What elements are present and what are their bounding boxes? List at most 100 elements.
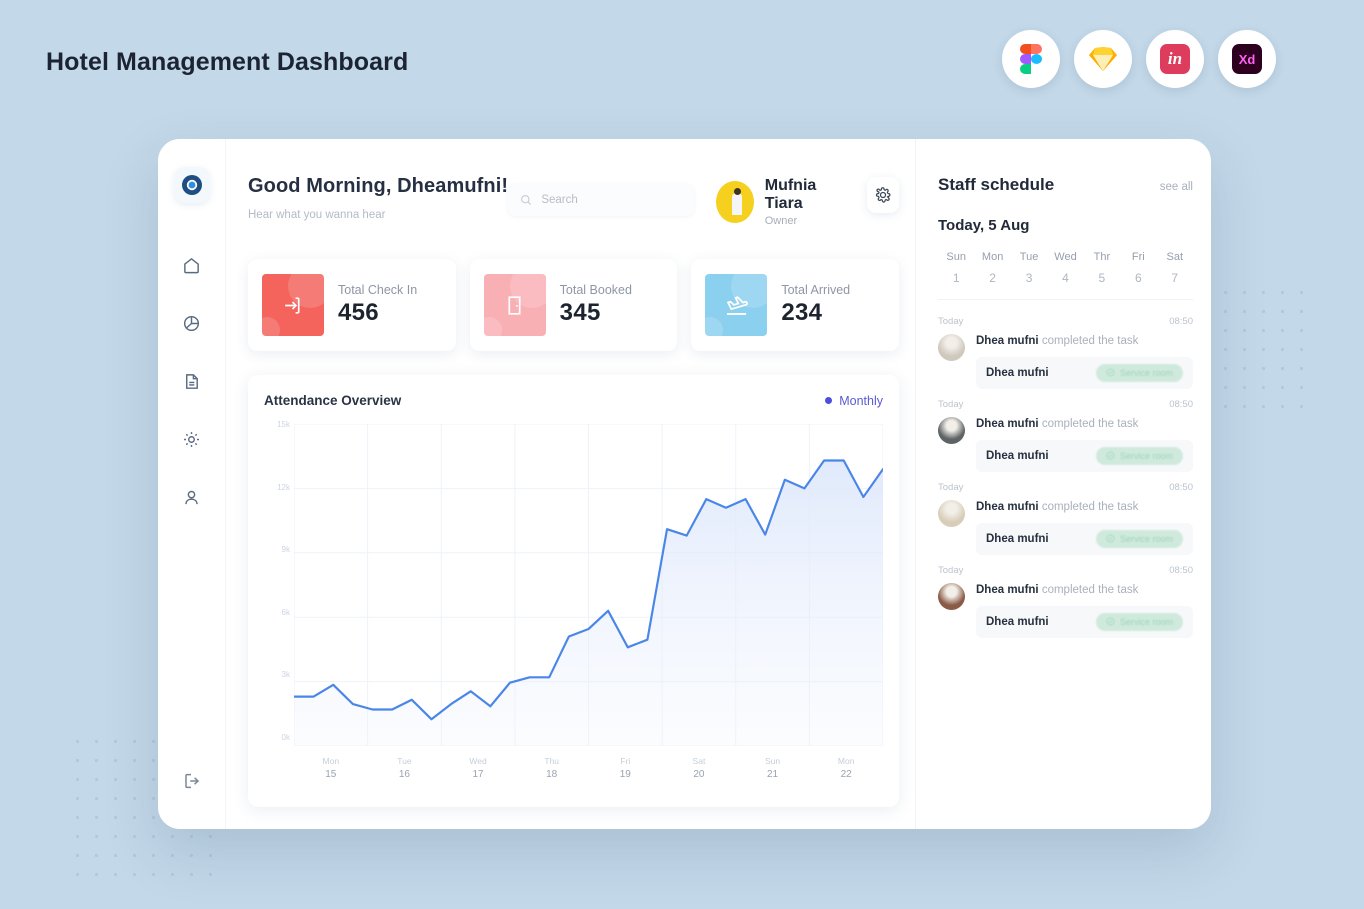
week-day-cell[interactable]: Mon 2 [974, 251, 1010, 285]
stat-value: 234 [781, 299, 823, 326]
feed-when: Today [938, 481, 964, 493]
x-tick-date: 19 [619, 769, 631, 780]
schedule-title: Staff schedule [938, 175, 1055, 194]
week-day-cell[interactable]: Tue 3 [1011, 251, 1047, 285]
stat-card-check-in[interactable]: Total Check In 456 [248, 259, 456, 351]
sidebar-item-home[interactable] [175, 248, 209, 282]
chart-plot [294, 424, 883, 746]
task-card[interactable]: Dhea mufni Service room [976, 522, 1193, 555]
status-badge: Service room [1095, 529, 1183, 548]
week-day-label: Tue [1019, 251, 1039, 263]
y-tick-label: 15k [277, 420, 290, 429]
today-label: Today, 5 Aug [938, 217, 1030, 234]
topbar: Good Morning, Dheamufni! Hear what you w… [248, 175, 899, 227]
week-day-cell[interactable]: Thr 5 [1084, 251, 1120, 285]
search-icon [521, 195, 532, 205]
feed-meta: Today 08:50 [938, 482, 1193, 493]
feed-meta: Today 08:50 [938, 399, 1193, 410]
task-card[interactable]: Dhea mufni Service room [976, 605, 1193, 638]
see-all-link[interactable]: see all [1160, 181, 1193, 193]
settings-button[interactable] [866, 177, 899, 213]
stat-card-text: Total Arrived 234 [781, 283, 850, 327]
stat-value: 345 [559, 299, 601, 326]
feed-actor: Dhea mufni [976, 335, 1039, 347]
feed-meta: Today 08:50 [938, 565, 1193, 576]
chart-legend[interactable]: Monthly [825, 394, 883, 408]
feed-fade [916, 803, 1211, 829]
stat-card-arrived[interactable]: Total Arrived 234 [691, 259, 900, 351]
door-icon-tile [483, 274, 546, 336]
x-tick: Wed 17 [441, 756, 515, 780]
search-input[interactable] [541, 194, 683, 206]
feed-action: completed the task [1038, 583, 1139, 596]
feed-action: completed the task [1038, 500, 1139, 513]
chart-x-axis: Mon 15 Tue 16 Wed 17 Thu 18 Fri 19 Sat 20 Sun 21 Mon 22 [294, 756, 883, 780]
week-day-cell[interactable]: Sun 1 [938, 251, 974, 285]
task-name: Dhea mufni [986, 366, 1049, 379]
sidebar-item-documents[interactable] [175, 364, 209, 398]
stat-card-booked[interactable]: Total Booked 345 [469, 259, 678, 351]
profile-block[interactable]: Mufnia Tiara Owner [716, 177, 848, 227]
x-tick: Sat 20 [662, 756, 736, 780]
week-day-number: 3 [1025, 271, 1033, 285]
pie-chart-icon [183, 315, 200, 331]
feed-item[interactable]: Today 08:50 Dhea mufni completed the task D… [938, 389, 1193, 472]
x-tick-date: 15 [325, 769, 337, 780]
y-tick-label: 9k [281, 545, 290, 555]
week-day-cell[interactable]: Wed 4 [1047, 251, 1083, 285]
page-title: Hotel Management Dashboard [46, 48, 409, 76]
chart-title: Attendance Overview [264, 393, 402, 408]
feed-body: Dhea mufni completed the task Dhea mufni S… [976, 334, 1193, 389]
week-day-cell[interactable]: Sat 7 [1157, 251, 1193, 285]
plane-landing-icon-tile [705, 274, 768, 336]
x-tick-day: Sat [692, 756, 706, 766]
sidebar-item-analytics[interactable] [175, 306, 209, 340]
stat-card-text: Total Check In 456 [338, 283, 417, 327]
week-day-cell[interactable]: Fri 6 [1120, 251, 1156, 285]
sidebar-item-profile[interactable] [175, 480, 209, 514]
chart-y-axis: 15k 12k 9k 6k 3k 0k [264, 420, 290, 746]
legend-label: Monthly [839, 393, 883, 408]
search-box[interactable] [508, 184, 695, 216]
feed-meta: Today 08:50 [938, 316, 1193, 327]
sketch-badge[interactable] [1074, 30, 1132, 88]
app-logo[interactable] [173, 167, 210, 203]
feed-body: Dhea mufni completed the task Dhea mufni S… [976, 417, 1193, 472]
feed-when: Today [938, 398, 964, 410]
week-day-label: Mon [981, 251, 1004, 263]
avatar [716, 181, 754, 223]
sketch-icon [1089, 47, 1117, 71]
feed-item[interactable]: Today 08:50 Dhea mufni completed the task D… [938, 306, 1193, 389]
adobexd-badge[interactable]: Xd [1218, 30, 1276, 88]
feed-actor: Dhea mufni [976, 417, 1039, 430]
sidebar [158, 139, 226, 829]
check-circle-icon [1106, 368, 1115, 377]
logo-icon [181, 175, 202, 195]
sidebar-item-settings[interactable] [175, 422, 209, 456]
staff-schedule-panel: Staff schedule see all Today, 5 Aug Sun 1… [915, 139, 1211, 829]
greeting-block: Good Morning, Dheamufni! Hear what you w… [248, 175, 508, 221]
week-day-number: 4 [1062, 271, 1069, 285]
profile-name: Mufnia Tiara [764, 177, 817, 212]
logout-button[interactable] [175, 764, 209, 798]
stat-label: Total Booked [559, 283, 632, 297]
feed-item[interactable]: Today 08:50 Dhea mufni completed the task D… [938, 555, 1193, 638]
chart-svg [294, 424, 883, 746]
week-day-number: 1 [952, 271, 960, 285]
avatar [938, 499, 965, 527]
week-day-label: Sat [1166, 251, 1183, 263]
invision-badge[interactable]: in [1146, 30, 1204, 88]
adobe-xd-icon: Xd [1232, 44, 1262, 74]
task-card[interactable]: Dhea mufni Service room [976, 439, 1193, 472]
divider [938, 299, 1193, 300]
schedule-header: Staff schedule see all [938, 175, 1193, 195]
stat-cards: Total Check In 456 Total Booked 345 Tota… [248, 259, 900, 351]
status-badge-label: Service room [1119, 533, 1173, 544]
stat-label: Total Check In [338, 283, 418, 297]
status-badge-label: Service room [1119, 450, 1173, 461]
feed-item[interactable]: Today 08:50 Dhea mufni completed the task D… [938, 472, 1193, 555]
task-card[interactable]: Dhea mufni Service room [976, 356, 1193, 389]
week-day-label: Wed [1054, 251, 1077, 263]
figma-badge[interactable] [1002, 30, 1060, 88]
feed-body: Dhea mufni completed the task Dhea mufni S… [976, 583, 1193, 638]
